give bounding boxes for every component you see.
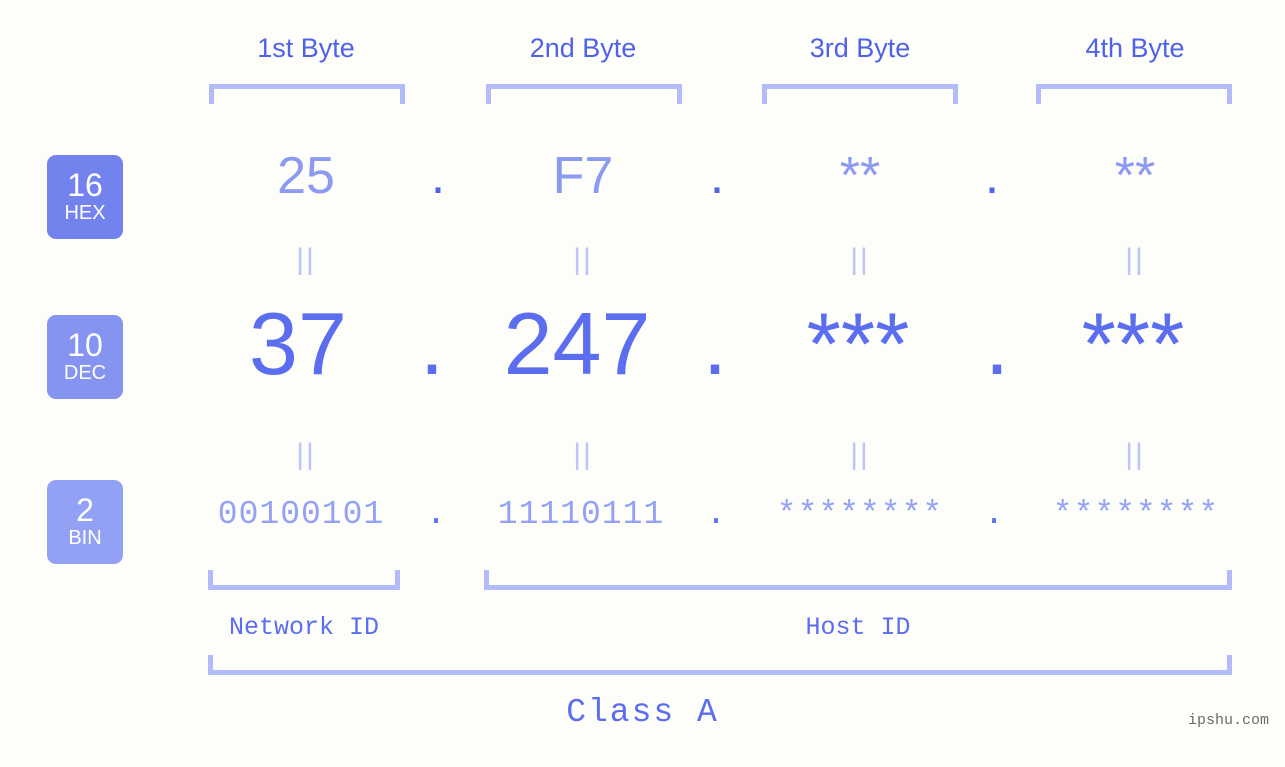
base-badge-hex-number: 16	[67, 166, 103, 203]
dec-separator-1: .	[419, 294, 445, 393]
equals-marker-hex-dec-1: ||	[296, 243, 316, 276]
equals-marker-hex-dec-4: ||	[1125, 243, 1145, 276]
class-bracket	[208, 655, 1232, 675]
byte-header-2: 2nd Byte	[529, 33, 637, 63]
base-badge-bin-number: 2	[76, 491, 94, 528]
bin-separator-1: .	[426, 496, 446, 533]
equals-marker-dec-bin-3: ||	[850, 438, 870, 471]
byte-header-1: 1st Byte	[257, 33, 355, 63]
base-badge-dec: 10 DEC	[47, 315, 123, 399]
hex-byte-2: F7	[552, 147, 614, 205]
dec-byte-4: ***	[1081, 294, 1185, 393]
network-id-label: Network ID	[228, 613, 380, 642]
bin-separator-3: .	[984, 496, 1004, 533]
dec-separator-3: .	[984, 294, 1010, 393]
bin-separator-2: .	[706, 496, 726, 533]
equals-marker-dec-bin-4: ||	[1125, 438, 1145, 471]
base-badge-bin-abbr: BIN	[68, 527, 102, 550]
host-id-bracket	[484, 570, 1232, 590]
hex-byte-4: **	[1114, 147, 1156, 205]
base-badge-dec-abbr: DEC	[63, 362, 107, 385]
dec-byte-1: 37	[249, 294, 347, 393]
dec-separator-2: .	[702, 294, 728, 393]
equals-marker-hex-dec-3: ||	[850, 243, 870, 276]
ip-byte-diagram: 1st Byte 2nd Byte 3rd Byte 4th Byte 16 H…	[0, 0, 1285, 767]
bin-byte-2: 11110111	[497, 496, 665, 533]
base-badge-dec-number: 10	[67, 326, 103, 363]
equals-marker-hex-dec-2: ||	[573, 243, 593, 276]
site-watermark: ipshu.com	[1187, 712, 1269, 729]
dec-byte-2: 247	[503, 294, 651, 393]
network-id-bracket	[208, 570, 400, 590]
byte-bracket-1	[209, 84, 405, 104]
byte-bracket-4	[1036, 84, 1232, 104]
base-badge-hex: 16 HEX	[47, 155, 123, 239]
equals-marker-dec-bin-1: ||	[296, 438, 316, 471]
hex-separator-1: .	[430, 147, 446, 205]
bin-byte-3: ********	[776, 496, 944, 533]
host-id-label: Host ID	[805, 613, 911, 642]
byte-bracket-3	[762, 84, 958, 104]
bin-byte-4: ********	[1052, 496, 1220, 533]
hex-separator-3: .	[984, 147, 1000, 205]
base-badge-bin: 2 BIN	[47, 480, 123, 564]
equals-marker-dec-bin-2: ||	[573, 438, 593, 471]
dec-byte-3: ***	[806, 294, 910, 393]
byte-bracket-2	[486, 84, 682, 104]
hex-separator-2: .	[709, 147, 725, 205]
bin-byte-1: 00100101	[217, 496, 385, 533]
base-badge-hex-abbr: HEX	[64, 202, 106, 225]
hex-byte-3: **	[839, 147, 881, 205]
class-label: Class A	[566, 694, 719, 731]
byte-header-4: 4th Byte	[1085, 33, 1185, 63]
hex-byte-1: 25	[277, 147, 335, 205]
byte-header-3: 3rd Byte	[809, 33, 911, 63]
